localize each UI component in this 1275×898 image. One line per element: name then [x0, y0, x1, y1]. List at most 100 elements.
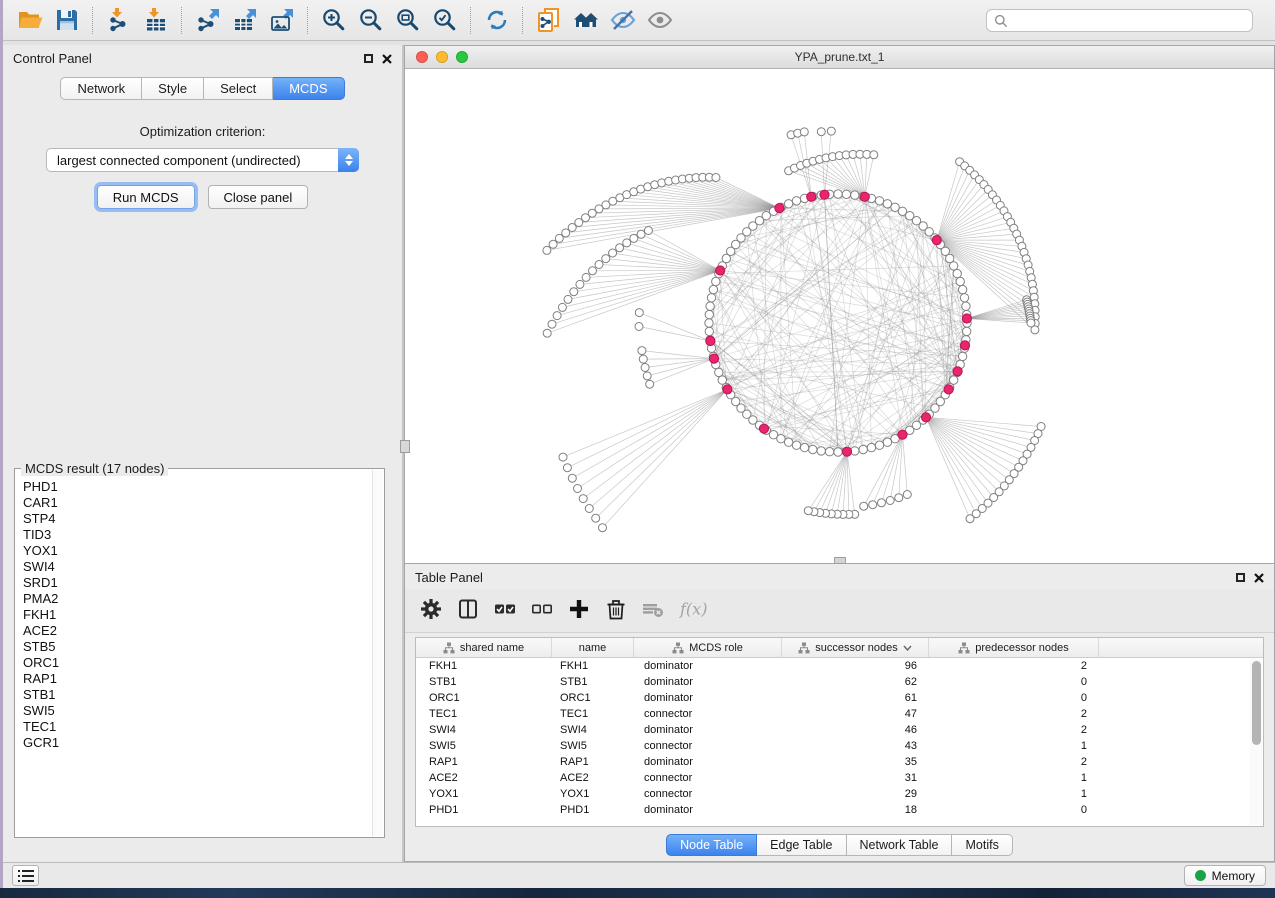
column-header-shared-name[interactable]: shared name [416, 638, 552, 657]
close-panel-icon[interactable] [382, 54, 392, 64]
table-cell[interactable]: SWI5 [416, 738, 552, 754]
mcds-node-item[interactable]: ORC1 [23, 655, 372, 671]
mcds-node-item[interactable]: RAP1 [23, 671, 372, 687]
table-cell[interactable]: FKH1 [416, 658, 552, 674]
table-cell[interactable]: 47 [782, 706, 929, 722]
table-cell[interactable]: dominator [634, 802, 782, 818]
import-network-button[interactable] [100, 4, 137, 37]
task-history-button[interactable] [12, 865, 39, 886]
table-row[interactable]: SWI4SWI4dominator462 [416, 722, 1263, 738]
run-mcds-button[interactable]: Run MCDS [97, 185, 195, 209]
table-tab-node-table[interactable]: Node Table [666, 834, 757, 856]
table-cell[interactable]: 1 [929, 770, 1099, 786]
table-row[interactable]: RAP1RAP1dominator352 [416, 754, 1263, 770]
table-row[interactable]: PHD1PHD1dominator180 [416, 802, 1263, 818]
window-zoom-icon[interactable] [456, 51, 468, 63]
column-header-name[interactable]: name [552, 638, 634, 657]
mcds-node-item[interactable]: SRD1 [23, 575, 372, 591]
search-input[interactable] [986, 9, 1253, 32]
table-tab-motifs[interactable]: Motifs [952, 834, 1012, 856]
table-scrollbar-thumb[interactable] [1252, 661, 1261, 745]
table-cell[interactable]: ACE2 [552, 770, 634, 786]
table-cell[interactable]: connector [634, 738, 782, 754]
table-row[interactable]: SWI5SWI5connector431 [416, 738, 1263, 754]
column-header-mcds-role[interactable]: MCDS role [634, 638, 782, 657]
export-table-button[interactable] [226, 4, 263, 37]
mcds-node-item[interactable]: STB1 [23, 687, 372, 703]
close-table-panel-icon[interactable] [1254, 573, 1264, 583]
table-cell[interactable]: YOX1 [416, 786, 552, 802]
tab-mcds[interactable]: MCDS [273, 77, 344, 100]
tab-select[interactable]: Select [204, 77, 273, 100]
table-tab-network-table[interactable]: Network Table [847, 834, 953, 856]
zoom-out-button[interactable] [352, 4, 389, 37]
table-cell[interactable]: YOX1 [552, 786, 634, 802]
zoom-fit-button[interactable] [389, 4, 426, 37]
open-file-button[interactable] [11, 4, 48, 37]
mcds-node-item[interactable]: PMA2 [23, 591, 372, 607]
table-cell[interactable]: TEC1 [416, 706, 552, 722]
table-cell[interactable]: 2 [929, 658, 1099, 674]
table-cell[interactable]: 35 [782, 754, 929, 770]
zoom-in-button[interactable] [315, 4, 352, 37]
mcds-node-item[interactable]: YOX1 [23, 543, 372, 559]
table-cell[interactable]: 0 [929, 690, 1099, 706]
table-cell[interactable]: SWI5 [552, 738, 634, 754]
mcds-node-item[interactable]: STP4 [23, 511, 372, 527]
table-cell[interactable]: 2 [929, 706, 1099, 722]
table-scrollbar[interactable] [1250, 659, 1262, 825]
select-all-columns-button[interactable] [494, 598, 516, 623]
table-row[interactable]: ORC1ORC1dominator610 [416, 690, 1263, 706]
table-cell[interactable]: 29 [782, 786, 929, 802]
vertical-splitter-handle[interactable] [400, 440, 410, 453]
network-window-titlebar[interactable]: YPA_prune.txt_1 [405, 46, 1274, 69]
horizontal-splitter-handle[interactable] [834, 557, 846, 564]
table-cell[interactable]: 2 [929, 722, 1099, 738]
window-minimize-icon[interactable] [436, 51, 448, 63]
mcds-node-item[interactable]: SWI5 [23, 703, 372, 719]
table-cell[interactable]: PHD1 [416, 802, 552, 818]
table-cell[interactable]: 1 [929, 738, 1099, 754]
refresh-button[interactable] [478, 4, 515, 37]
mcds-node-item[interactable]: FKH1 [23, 607, 372, 623]
table-row[interactable]: ACE2ACE2connector311 [416, 770, 1263, 786]
table-cell[interactable]: ORC1 [552, 690, 634, 706]
delete-column-button[interactable] [605, 598, 627, 623]
float-table-panel-icon[interactable] [1236, 573, 1245, 582]
mcds-node-item[interactable]: CAR1 [23, 495, 372, 511]
mcds-node-item[interactable]: TID3 [23, 527, 372, 543]
import-table-button[interactable] [137, 4, 174, 37]
first-neighbors-button[interactable] [567, 4, 604, 37]
export-network-button[interactable] [189, 4, 226, 37]
table-cell[interactable]: RAP1 [416, 754, 552, 770]
column-header-successor-nodes[interactable]: successor nodes [782, 638, 929, 657]
show-columns-button[interactable] [457, 598, 479, 623]
table-cell[interactable]: 0 [929, 802, 1099, 818]
close-panel-button[interactable]: Close panel [208, 185, 309, 209]
table-cell[interactable]: 31 [782, 770, 929, 786]
hide-selected-button[interactable] [604, 4, 641, 37]
table-cell[interactable]: STB1 [552, 674, 634, 690]
table-cell[interactable]: 96 [782, 658, 929, 674]
table-cell[interactable]: dominator [634, 722, 782, 738]
save-session-button[interactable] [48, 4, 85, 37]
table-cell[interactable]: 43 [782, 738, 929, 754]
export-image-button[interactable] [263, 4, 300, 37]
table-cell[interactable]: ORC1 [416, 690, 552, 706]
table-cell[interactable]: SWI4 [552, 722, 634, 738]
mcds-node-item[interactable]: STB5 [23, 639, 372, 655]
table-cell[interactable]: ACE2 [416, 770, 552, 786]
table-cell[interactable]: 18 [782, 802, 929, 818]
table-cell[interactable]: 2 [929, 754, 1099, 770]
duplicate-network-button[interactable] [530, 4, 567, 37]
table-cell[interactable]: RAP1 [552, 754, 634, 770]
table-cell[interactable]: dominator [634, 658, 782, 674]
table-cell[interactable]: PHD1 [552, 802, 634, 818]
float-panel-icon[interactable] [364, 54, 373, 63]
tab-network[interactable]: Network [60, 77, 142, 100]
table-cell[interactable]: dominator [634, 754, 782, 770]
table-cell[interactable]: dominator [634, 690, 782, 706]
mcds-node-item[interactable]: TEC1 [23, 719, 372, 735]
tab-style[interactable]: Style [142, 77, 204, 100]
table-cell[interactable]: FKH1 [552, 658, 634, 674]
